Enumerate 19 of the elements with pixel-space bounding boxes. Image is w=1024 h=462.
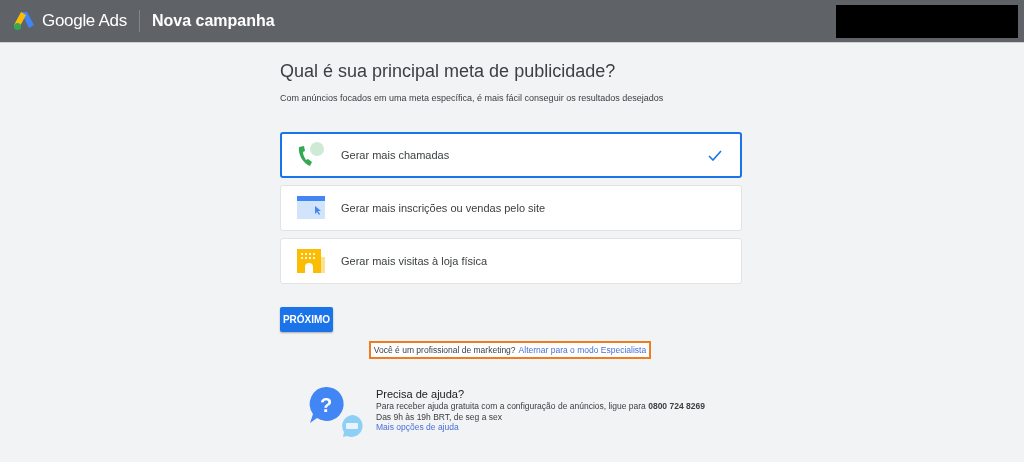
goal-option[interactable]: Gerar mais inscrições ou vendas pelo site <box>280 185 742 231</box>
expert-question: Você é um profissional de marketing? <box>373 345 516 355</box>
check-icon <box>708 149 722 161</box>
help-link[interactable]: Mais opções de ajuda <box>376 422 705 433</box>
next-button[interactable]: PRÓXIMO <box>280 307 333 332</box>
help-title: Precisa de ajuda? <box>376 388 466 401</box>
page-title: Nova campanha <box>151 12 275 30</box>
heading: Qual é sua principal meta de publicidade? <box>280 60 617 83</box>
goal-option[interactable]: Gerar mais chamadas <box>280 132 742 178</box>
webpage-icon <box>296 196 326 220</box>
subtitle: Com anúncios focados em uma meta específica, é mais fácil conseguir os resultados desejados <box>280 93 665 103</box>
building-icon <box>296 249 326 273</box>
help-hours: Das 9h às 19h BRT, de seg a sex <box>376 411 503 422</box>
product-name: Google Ads <box>42 11 127 31</box>
expert-mode-link[interactable]: Alternar para o modo Especialista <box>518 345 647 355</box>
ads-logo-icon <box>13 11 35 31</box>
help-text: Para receber ajuda gratuita com a configuração de anúncios, ligue para 0800 724 8269 <box>376 401 705 412</box>
phone-icon <box>296 141 326 169</box>
goal-option[interactable]: Gerar mais visitas à loja física <box>280 238 742 284</box>
